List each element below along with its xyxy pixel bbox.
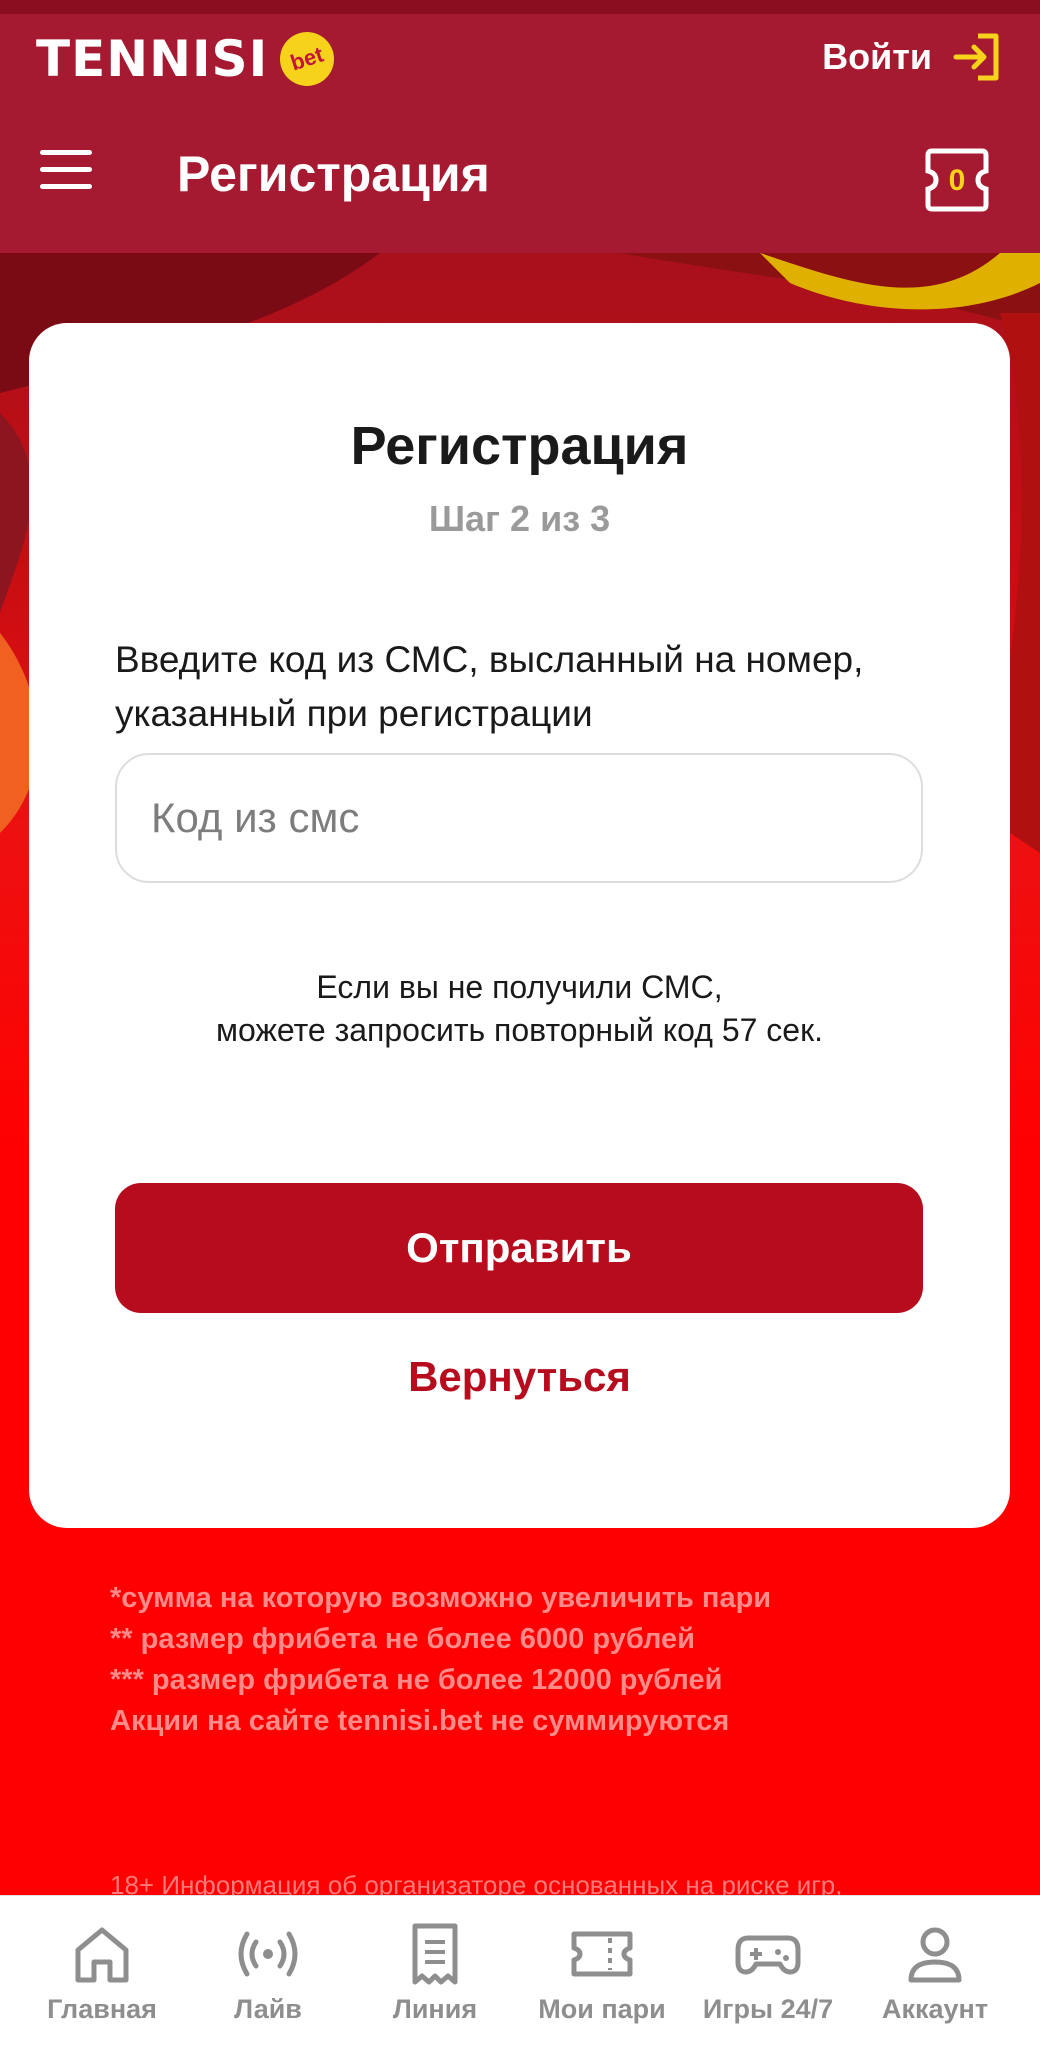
home-icon [75,1927,129,1983]
sms-instruction: Введите код из СМС, высланный на номер, … [115,639,864,734]
hamburger-menu-icon[interactable] [40,150,106,198]
nav-live[interactable]: Лайв [183,1896,353,2048]
login-label: Войти [822,36,932,77]
nav-my-bets[interactable]: Мои пари [517,1896,687,2048]
nav-label: Лайв [234,1994,302,2024]
resend-info: Если вы не получили СМС, можете запросит… [29,966,1010,1052]
submit-button[interactable]: Отправить [115,1183,923,1313]
nav-label: Игры 24/7 [702,1994,834,2024]
nav-label: Линия [392,1994,478,2024]
nav-label: Главная [47,1994,157,2024]
card-title: Регистрация [350,416,689,476]
resend-line-1: Если вы не получили СМС, [316,969,723,1005]
registration-card: Регистрация Шаг 2 из 3 Введите код из СМ… [29,323,1010,1528]
bottom-navigation: Главная Лайв Линия Мои пари Игры 24/7 Ак… [0,1895,1040,2048]
user-icon [908,1927,962,1983]
footnote-line: Акции на сайте tennisi.bet не суммируютс… [110,1705,730,1737]
footnote-line: ** размер фрибета не более 6000 рублей [110,1623,696,1655]
brand-logo[interactable]: TENNISI bet [36,24,342,94]
logo-badge: bet [273,24,342,94]
sms-code-input[interactable] [115,753,923,883]
footnote-line: *сумма на которую возможно увеличить пар… [110,1582,772,1614]
footnote-line: *** размер фрибета не более 12000 рублей [110,1664,723,1696]
nav-home[interactable]: Главная [17,1896,187,2048]
coupon-icon[interactable]: 0 [924,147,990,213]
back-link[interactable]: Вернуться [29,1353,1010,1401]
resend-countdown: можете запросить повторный код 57 сек. [216,1012,823,1048]
login-button[interactable]: Войти [822,30,1004,84]
nav-label: Аккаунт [881,1994,989,2024]
nav-line[interactable]: Линия [350,1896,520,2048]
title-bar: Регистрация 0 [0,120,1040,230]
nav-label: Мои пари [538,1994,666,2024]
login-arrow-icon [953,33,999,81]
nav-games[interactable]: Игры 24/7 [683,1896,853,2048]
logo-text: TENNISI [36,30,269,88]
nav-account[interactable]: Аккаунт [850,1896,1020,2048]
app-header: TENNISI bet Войти Регистрация 0 [0,0,1040,253]
status-strip [0,0,1040,14]
promo-footnotes: *сумма на которую возможно увеличить пар… [110,1578,771,1742]
receipt-icon [412,1923,458,1985]
gamepad-icon [735,1935,801,1975]
coupon-count: 0 [949,164,966,197]
ticket-icon [571,1931,633,1977]
step-indicator: Шаг 2 из 3 [428,498,611,539]
live-broadcast-icon [238,1931,298,1977]
page-title: Регистрация [177,146,490,202]
